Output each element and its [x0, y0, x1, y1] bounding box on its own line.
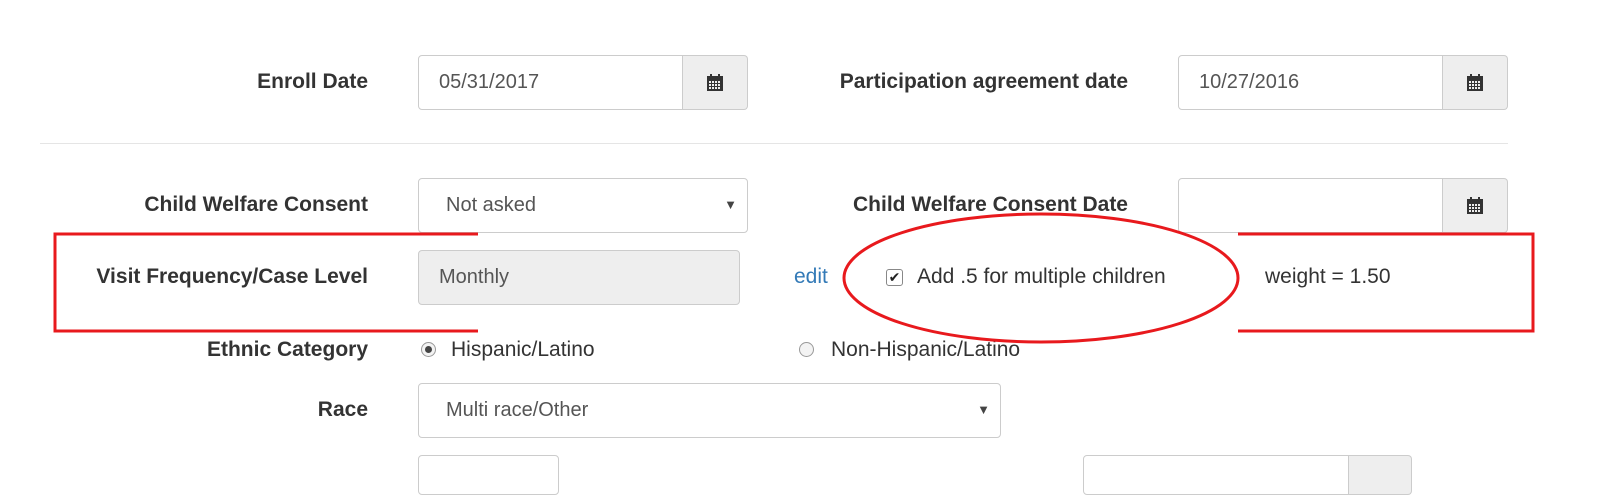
- annotation-ellipse: [842, 212, 1240, 344]
- annotation-bracket-left: [53, 232, 478, 333]
- annotation-bracket-right: [1238, 232, 1535, 333]
- red-annotation-overlay: [53, 212, 1535, 344]
